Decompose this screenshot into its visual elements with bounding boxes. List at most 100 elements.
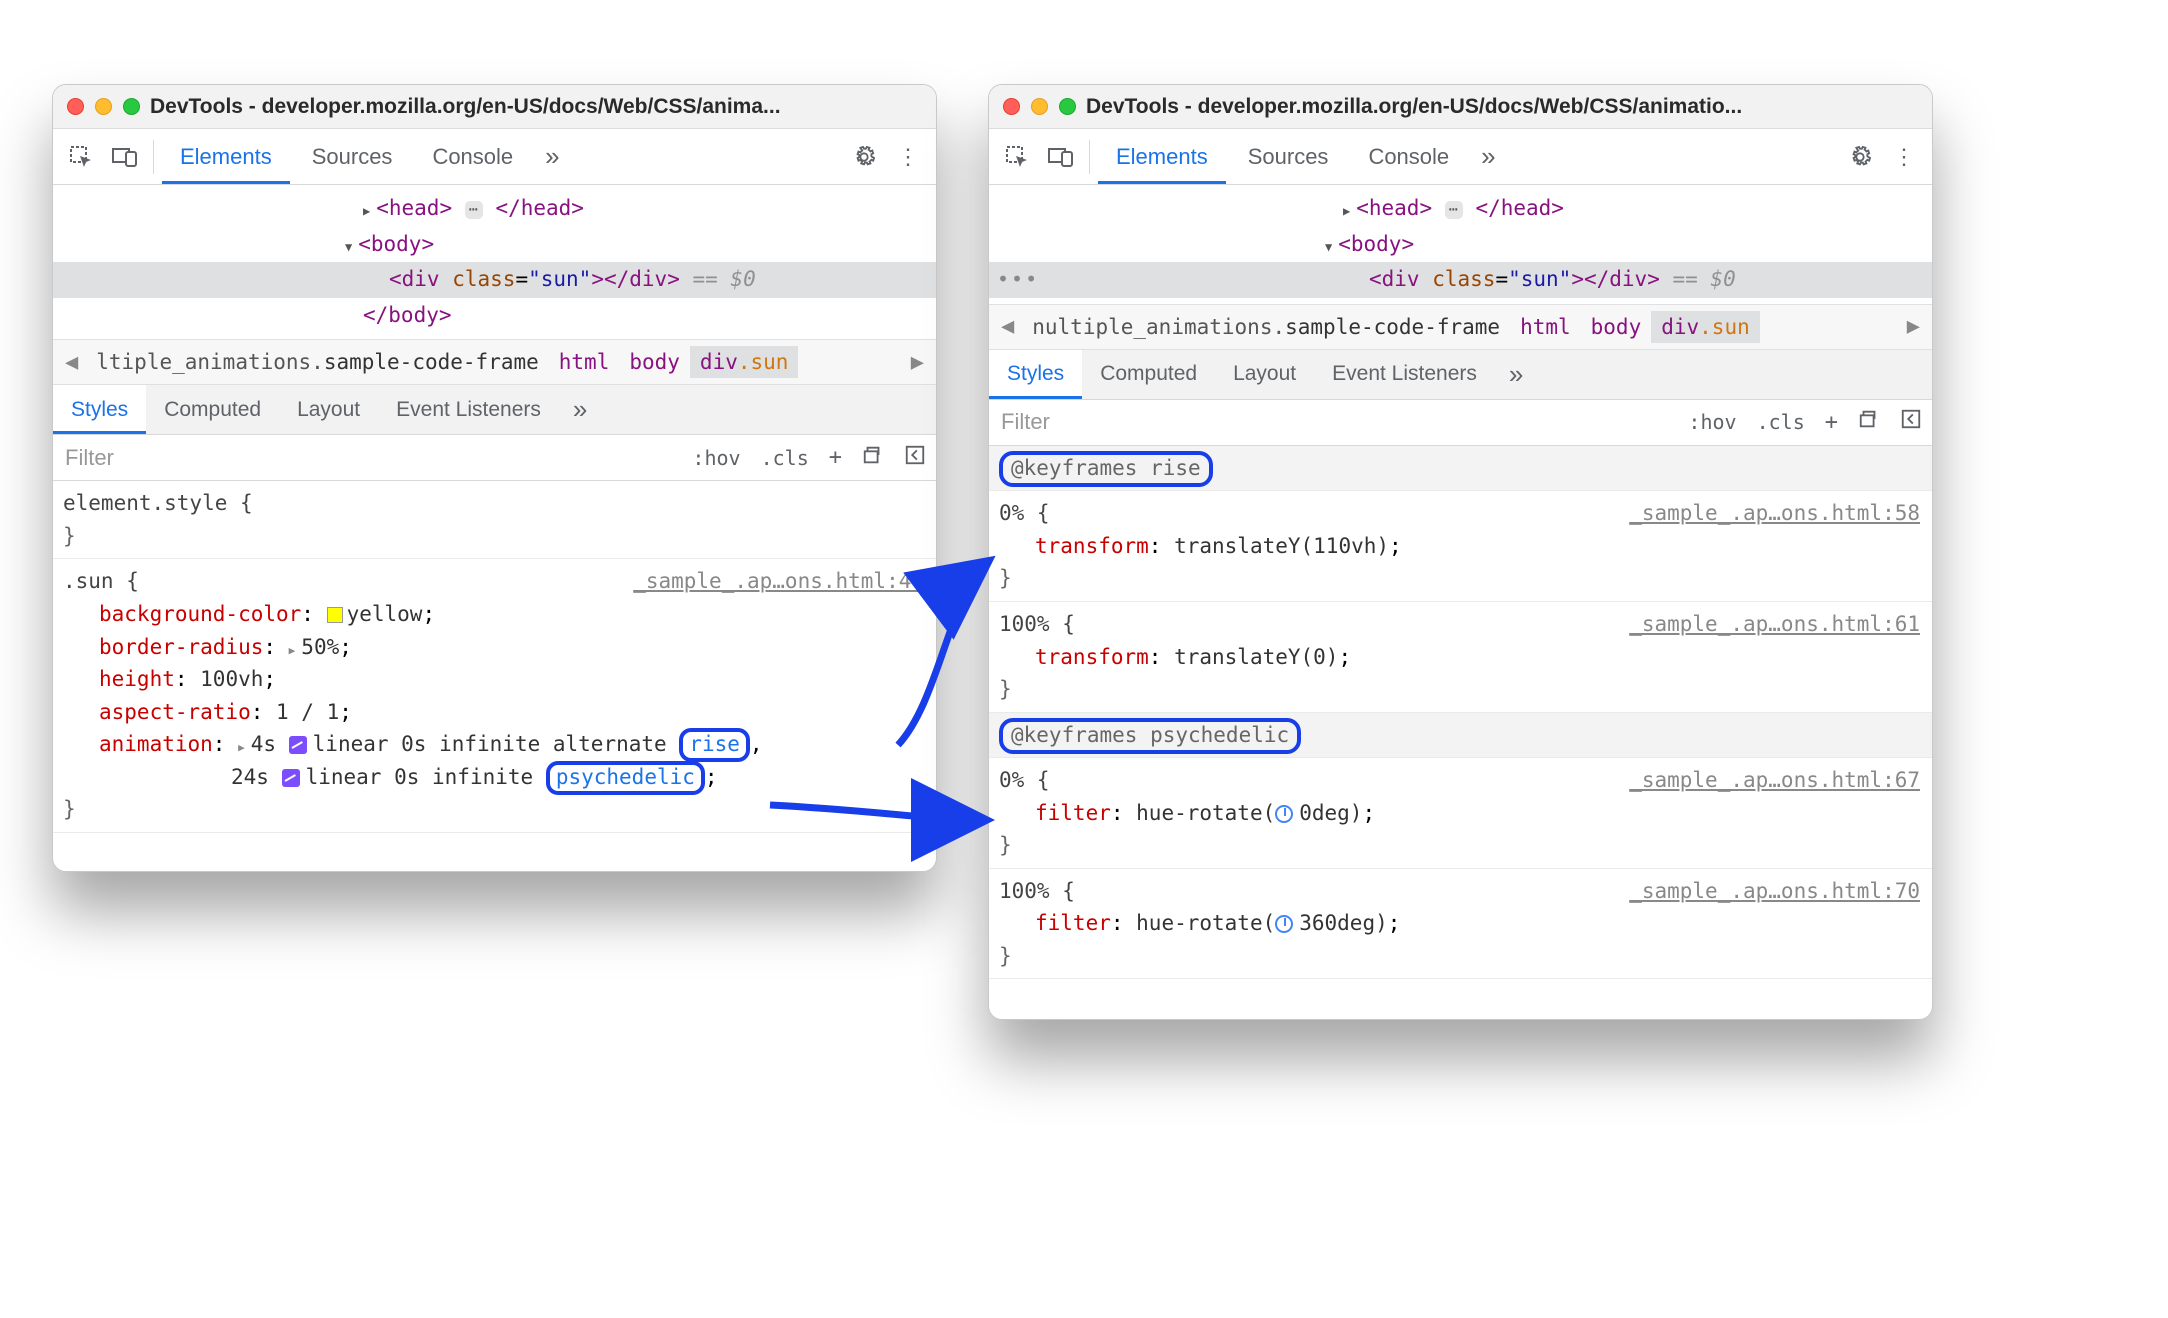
crumb-div-sun[interactable]: div.sun xyxy=(690,346,799,378)
breadcrumb-scroll-left-icon[interactable]: ◀ xyxy=(57,350,86,375)
prop-transform-0[interactable]: transform: translateY(110vh); xyxy=(999,530,1932,563)
tab-sources[interactable]: Sources xyxy=(294,129,411,184)
settings-gear-icon[interactable] xyxy=(1840,137,1880,177)
bezier-editor-icon[interactable] xyxy=(289,736,307,754)
bezier-editor-icon[interactable] xyxy=(282,769,300,787)
computed-panel-icon[interactable] xyxy=(894,444,936,472)
adorner-dots-icon[interactable]: ••• xyxy=(997,263,1039,295)
subtab-computed[interactable]: Computed xyxy=(1082,350,1215,399)
inspect-element-icon[interactable] xyxy=(997,137,1037,177)
rule-element-style[interactable]: element.style { } xyxy=(53,481,936,559)
styles-filter-input[interactable]: Filter xyxy=(53,435,682,480)
hov-toggle[interactable]: :hov xyxy=(682,446,750,470)
dom-head[interactable]: <head> ⋯ </head> xyxy=(53,191,936,227)
close-icon[interactable] xyxy=(67,98,84,115)
inspect-element-icon[interactable] xyxy=(61,137,101,177)
source-link[interactable]: _sample_.ap…ons.html:58 xyxy=(1629,497,1932,530)
device-toggle-icon[interactable] xyxy=(1041,137,1081,177)
prop-border-radius[interactable]: border-radius: 50%; xyxy=(63,631,936,664)
more-subtabs-icon[interactable]: » xyxy=(1495,359,1537,390)
crumb-html[interactable]: html xyxy=(549,346,620,378)
dom-tree[interactable]: <head> ⋯ </head> <body> •••<div class="s… xyxy=(989,185,1932,304)
rule-sun[interactable]: _sample_.ap…ons.html:47 .sun { backgroun… xyxy=(53,559,936,832)
hov-toggle[interactable]: :hov xyxy=(1678,410,1746,434)
dom-body-open[interactable]: <body> xyxy=(53,227,936,263)
breadcrumb-scroll-right-icon[interactable]: ▶ xyxy=(1899,314,1928,339)
crumb-body[interactable]: body xyxy=(1581,311,1652,343)
paint-flash-icon[interactable] xyxy=(852,444,894,472)
dom-head[interactable]: <head> ⋯ </head> xyxy=(989,191,1932,227)
dom-tree[interactable]: <head> ⋯ </head> <body> <div class="sun"… xyxy=(53,185,936,339)
subtab-event-listeners[interactable]: Event Listeners xyxy=(1314,350,1495,399)
prop-height[interactable]: height: 100vh; xyxy=(63,663,936,696)
settings-gear-icon[interactable] xyxy=(844,137,884,177)
minimize-icon[interactable] xyxy=(95,98,112,115)
more-tabs-icon[interactable]: » xyxy=(535,141,569,172)
breadcrumb[interactable]: ◀ ltiple_animations.sample-code-frame ht… xyxy=(53,339,936,385)
color-swatch-icon[interactable] xyxy=(327,607,343,623)
keyframes-header-psychedelic[interactable]: @keyframes psychedelic xyxy=(989,713,1932,759)
styles-pane[interactable]: element.style { } _sample_.ap…ons.html:4… xyxy=(53,481,936,832)
source-link[interactable]: _sample_.ap…ons.html:61 xyxy=(1629,608,1932,641)
tab-console[interactable]: Console xyxy=(414,129,531,184)
source-link[interactable]: _sample_.ap…ons.html:47 xyxy=(633,565,936,598)
subtab-styles[interactable]: Styles xyxy=(989,350,1082,399)
breadcrumb-scroll-left-icon[interactable]: ◀ xyxy=(993,314,1022,339)
crumb-div-sun[interactable]: div.sun xyxy=(1651,311,1760,343)
more-tabs-icon[interactable]: » xyxy=(1471,141,1505,172)
rule-psy-0[interactable]: _sample_.ap…ons.html:67 0% { filter: hue… xyxy=(989,758,1932,869)
tab-elements[interactable]: Elements xyxy=(1098,129,1226,184)
breadcrumb-scroll-right-icon[interactable]: ▶ xyxy=(903,350,932,375)
styles-pane[interactable]: @keyframes rise _sample_.ap…ons.html:58 … xyxy=(989,446,1932,980)
crumb-frame[interactable]: nultiple_animations.sample-code-frame xyxy=(1022,311,1510,343)
new-rule-plus-icon[interactable]: + xyxy=(1815,410,1848,435)
computed-panel-icon[interactable] xyxy=(1890,408,1932,436)
source-link[interactable]: _sample_.ap…ons.html:70 xyxy=(1629,875,1932,908)
crumb-html[interactable]: html xyxy=(1510,311,1581,343)
prop-animation-line2[interactable]: 24s linear 0s infinite psychedelic; xyxy=(63,761,936,794)
tab-console[interactable]: Console xyxy=(1350,129,1467,184)
prop-aspect-ratio[interactable]: aspect-ratio: 1 / 1; xyxy=(63,696,936,729)
animation-name-link-rise[interactable]: rise xyxy=(679,728,750,762)
dom-div-sun[interactable]: <div class="sun"></div> == $0 xyxy=(53,262,936,298)
crumb-body[interactable]: body xyxy=(619,346,690,378)
animation-name-link-psychedelic[interactable]: psychedelic xyxy=(546,761,705,795)
kebab-menu-icon[interactable]: ⋮ xyxy=(888,137,928,177)
prop-transform-100[interactable]: transform: translateY(0); xyxy=(999,641,1932,674)
zoom-icon[interactable] xyxy=(1059,98,1076,115)
subtab-computed[interactable]: Computed xyxy=(146,385,279,434)
breadcrumb[interactable]: ◀ nultiple_animations.sample-code-frame … xyxy=(989,304,1932,350)
cls-toggle[interactable]: .cls xyxy=(751,446,819,470)
tab-elements[interactable]: Elements xyxy=(162,129,290,184)
paint-flash-icon[interactable] xyxy=(1848,408,1890,436)
close-icon[interactable] xyxy=(1003,98,1020,115)
dom-div-sun[interactable]: •••<div class="sun"></div> == $0 xyxy=(989,262,1932,298)
dom-body-close[interactable]: </body> xyxy=(53,298,936,334)
kebab-menu-icon[interactable]: ⋮ xyxy=(1884,137,1924,177)
tab-sources[interactable]: Sources xyxy=(1230,129,1347,184)
rule-rise-100[interactable]: _sample_.ap…ons.html:61 100% { transform… xyxy=(989,602,1932,713)
subtab-layout[interactable]: Layout xyxy=(279,385,378,434)
prop-background-color[interactable]: background-color: yellow; xyxy=(63,598,936,631)
prop-filter-100[interactable]: filter: hue-rotate(360deg); xyxy=(999,907,1932,940)
dom-body-open[interactable]: <body> xyxy=(989,227,1932,263)
zoom-icon[interactable] xyxy=(123,98,140,115)
angle-clock-icon[interactable] xyxy=(1275,915,1293,933)
subtab-event-listeners[interactable]: Event Listeners xyxy=(378,385,559,434)
rule-rise-0[interactable]: _sample_.ap…ons.html:58 0% { transform: … xyxy=(989,491,1932,602)
angle-clock-icon[interactable] xyxy=(1275,805,1293,823)
new-rule-plus-icon[interactable]: + xyxy=(819,445,852,470)
keyframes-header-rise[interactable]: @keyframes rise xyxy=(989,446,1932,492)
source-link[interactable]: _sample_.ap…ons.html:67 xyxy=(1629,764,1932,797)
crumb-frame[interactable]: ltiple_animations.sample-code-frame xyxy=(86,346,549,378)
device-toggle-icon[interactable] xyxy=(105,137,145,177)
cls-toggle[interactable]: .cls xyxy=(1747,410,1815,434)
styles-filter-input[interactable]: Filter xyxy=(989,400,1678,445)
minimize-icon[interactable] xyxy=(1031,98,1048,115)
rule-psy-100[interactable]: _sample_.ap…ons.html:70 100% { filter: h… xyxy=(989,869,1932,980)
subtab-styles[interactable]: Styles xyxy=(53,385,146,434)
more-subtabs-icon[interactable]: » xyxy=(559,394,601,425)
prop-filter-0[interactable]: filter: hue-rotate(0deg); xyxy=(999,797,1932,830)
subtab-layout[interactable]: Layout xyxy=(1215,350,1314,399)
prop-animation[interactable]: animation: 4s linear 0s infinite alterna… xyxy=(63,728,936,761)
